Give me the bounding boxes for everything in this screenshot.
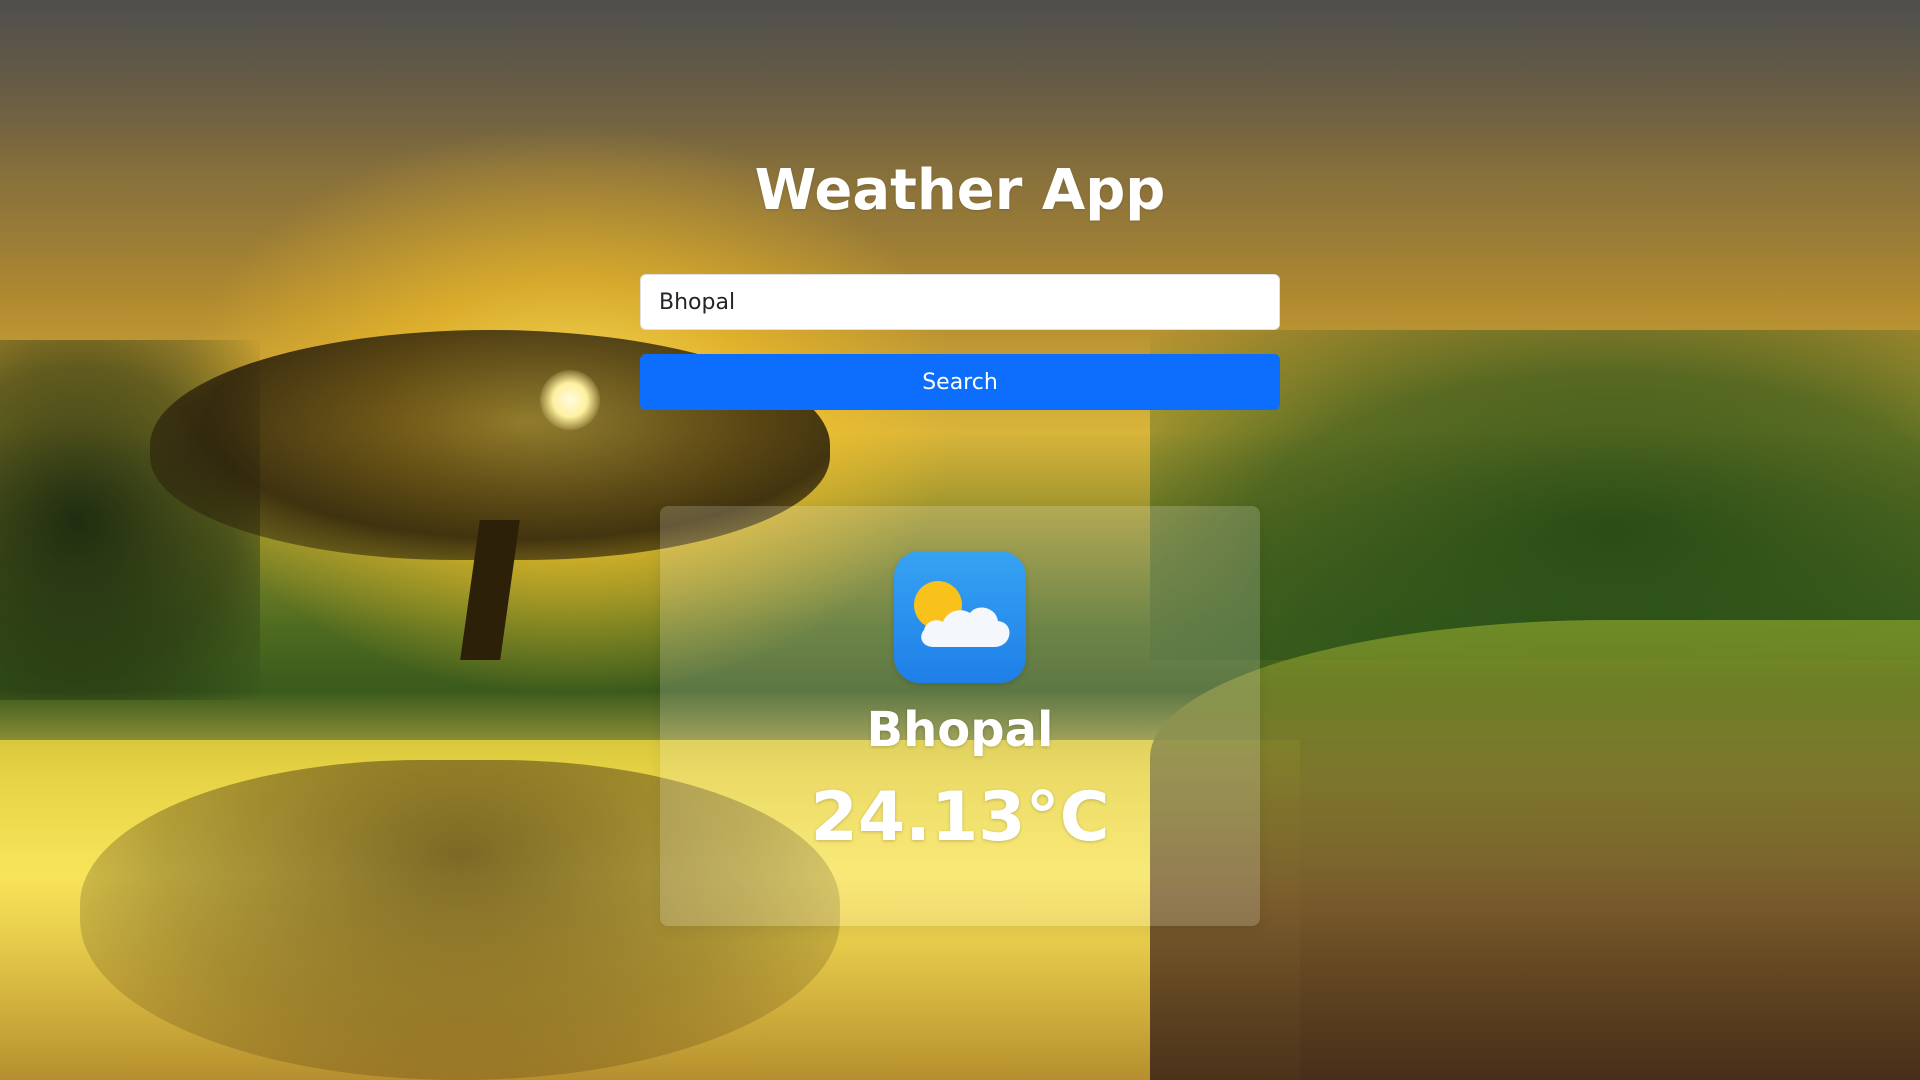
city-name: Bhopal [866,702,1054,758]
search-button[interactable]: Search [640,354,1280,410]
sun-behind-cloud-graphic [914,581,1010,647]
weather-app: Weather App Search Bhopal 24.13°C [0,0,1920,1080]
temperature-value: 24.13°C [810,778,1110,857]
sun-behind-cloud-icon [894,551,1026,683]
city-search-input[interactable] [640,274,1280,330]
weather-card: Bhopal 24.13°C [660,506,1260,926]
app-title: Weather App [754,158,1166,223]
